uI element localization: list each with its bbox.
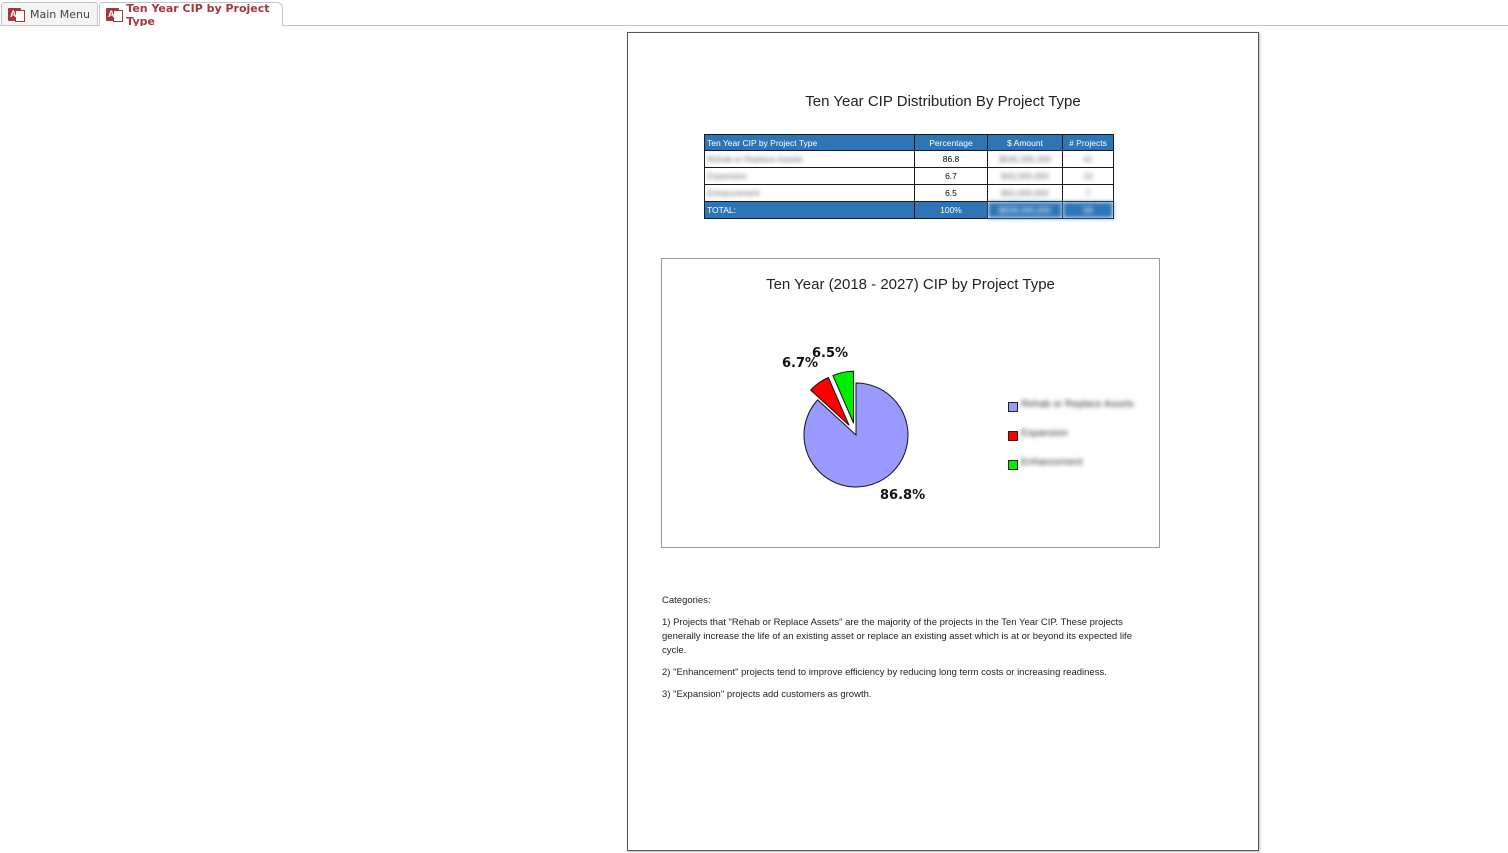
access-report-icon: A [106,7,123,22]
pie-data-label: 86.8% [880,488,925,503]
tab-label: Ten Year CIP by Project Type [126,1,270,28]
legend-swatch [1008,460,1018,470]
document-tab-bar: A Main Menu A Ten Year CIP by Project Ty… [0,0,1508,28]
total-amount: $628,345,000 [987,201,1063,219]
legend-item: Expansion [1008,428,1134,457]
table-row: Enhancement 6.5 $41,000,000 7 [704,184,1114,202]
amount-cell: $42,000,000 [987,167,1063,185]
total-label: TOTAL: [704,201,915,219]
legend-label: Enhancement [1021,457,1083,468]
tab-main-menu[interactable]: A Main Menu [1,2,98,25]
projects-cell: 7 [1062,184,1114,202]
table-row: Expansion 6.7 $42,000,000 10 [704,167,1114,185]
column-header: Percentage [914,134,988,151]
table-total-row: TOTAL: 100% $628,345,000 58 [704,201,1114,219]
column-header: # Projects [1062,134,1114,151]
legend-item: Rehab or Replace Assets [1008,399,1134,428]
legend-swatch [1008,431,1018,441]
tab-label: Main Menu [30,7,90,21]
notes-heading: Categories: [662,595,711,606]
total-percentage: 100% [914,201,988,219]
tab-ten-year-cip-report[interactable]: A Ten Year CIP by Project Type [99,1,283,28]
legend-label: Expansion [1021,428,1068,439]
table-row: Rehab or Replace Assets 86.8 $545,345,00… [704,150,1114,168]
amount-cell: $41,000,000 [987,184,1063,202]
report-title: Ten Year CIP Distribution By Project Typ… [805,93,1081,110]
note-item: 3) "Expansion" projects add customers as… [662,689,872,700]
project-type-cell: Rehab or Replace Assets [704,150,915,168]
chart-legend: Rehab or Replace Assets Expansion Enhancem… [1008,399,1134,486]
legend-item: Enhancement [1008,457,1134,486]
pie-data-label: 6.5% [812,346,848,361]
percentage-cell: 6.5 [914,184,988,202]
column-header: Ten Year CIP by Project Type [704,134,915,151]
project-type-cell: Expansion [704,167,915,185]
categories-notes: Categories: 1) Projects that "Rehab or R… [662,594,1142,710]
legend-label: Rehab or Replace Assets [1021,399,1134,410]
projects-cell: 41 [1062,150,1114,168]
percentage-cell: 86.8 [914,150,988,168]
table-header-row: Ten Year CIP by Project Type Percentage … [704,134,1114,151]
note-item: 2) "Enhancement" projects tend to improv… [662,667,1107,678]
percentage-cell: 6.7 [914,167,988,185]
distribution-table: Ten Year CIP by Project Type Percentage … [704,134,1114,219]
pie-chart-frame: Ten Year (2018 - 2027) CIP by Project Ty… [661,258,1160,548]
amount-cell: $545,345,000 [987,150,1063,168]
report-page: Ten Year CIP Distribution By Project Typ… [627,32,1259,851]
project-type-cell: Enhancement [704,184,915,202]
note-item: 1) Projects that "Rehab or Replace Asset… [662,617,1132,656]
legend-swatch [1008,402,1018,412]
column-header: $ Amount [987,134,1063,151]
access-form-icon: A [8,7,25,22]
projects-cell: 10 [1062,167,1114,185]
total-projects: 58 [1062,201,1114,219]
